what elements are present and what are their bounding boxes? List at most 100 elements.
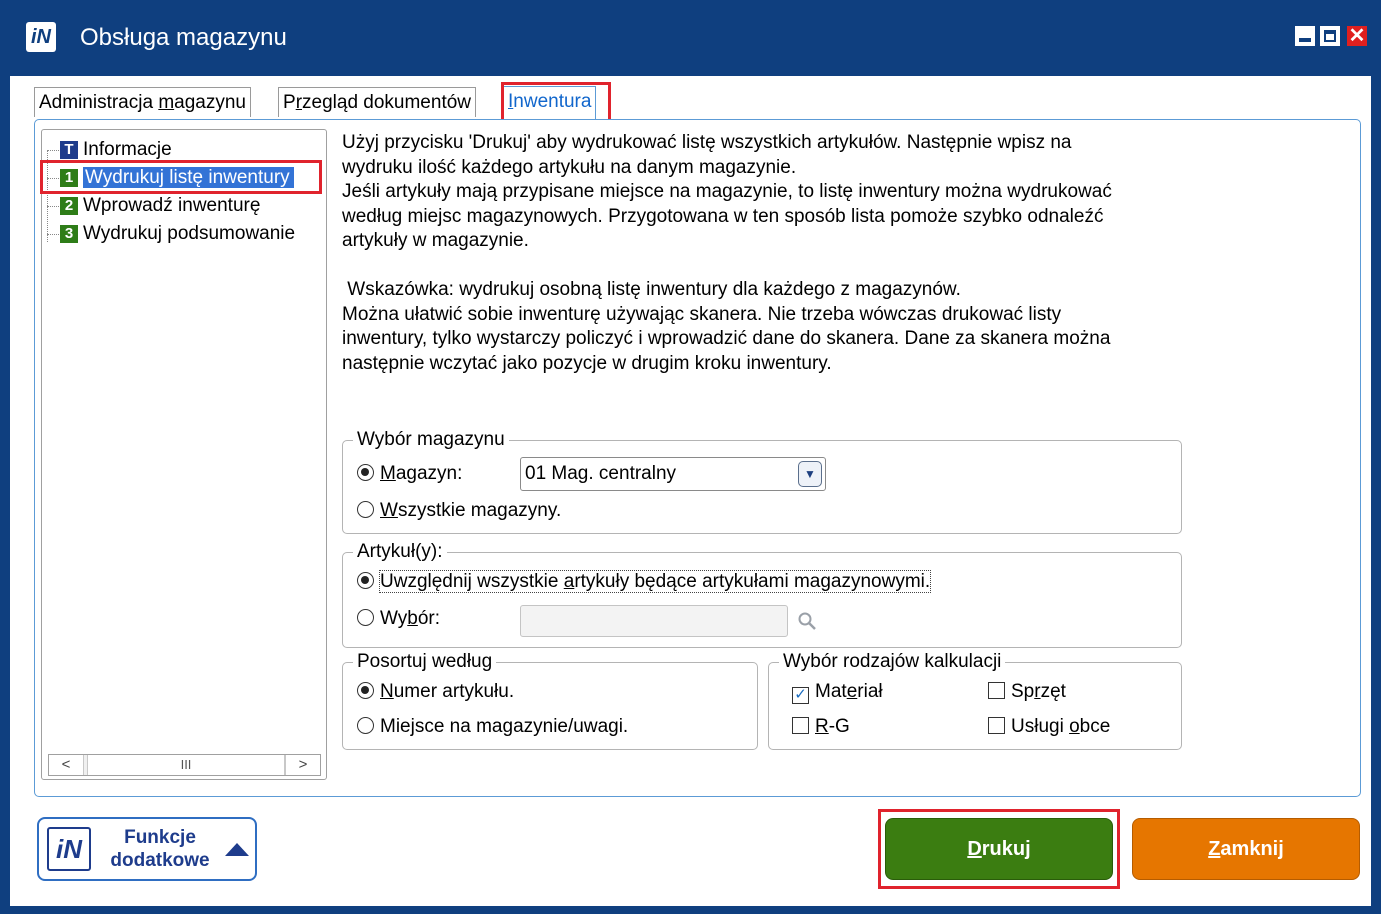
close-button[interactable]: Zamknij <box>1132 818 1360 880</box>
option-label-key: N <box>380 681 394 702</box>
option-label: Sp <box>1011 681 1035 702</box>
group-title: Wybór magazynu <box>353 428 509 452</box>
warehouse-select[interactable]: 01 Mag. centralny ▼ <box>520 457 826 491</box>
option-label: Mat <box>815 681 847 702</box>
radio-sort-place[interactable]: Miejsce na magazynie/uwagi. <box>357 715 628 739</box>
instruction-spacer <box>342 254 1222 279</box>
radio-wszystkie-magazyny[interactable]: Wszystkie magazyny. <box>357 499 561 523</box>
step-3-icon: 3 <box>60 224 78 243</box>
group-title: Artykuł(y): <box>353 540 447 564</box>
step-2-icon: 2 <box>60 196 78 215</box>
tree-connector <box>47 206 59 207</box>
radio-choice[interactable]: Wybór: <box>357 607 440 631</box>
option-label: umer artykułu. <box>393 681 515 702</box>
tab-label-key: m <box>158 92 175 113</box>
app-logo-icon: iN <box>26 22 56 52</box>
option-label-part: rtykuły będące artykułami magazynowymi. <box>574 571 931 592</box>
close-icon[interactable]: ✕ <box>1347 26 1367 46</box>
scroll-left-icon[interactable]: < <box>49 755 84 775</box>
option-label-key: o <box>1069 716 1080 737</box>
checkbox-equipment[interactable]: Sprzęt <box>988 680 1066 704</box>
option-label-key: g <box>502 716 514 737</box>
option-label-key: R <box>815 716 829 737</box>
radio-selected-icon <box>357 572 374 589</box>
instruction-line: Jeśli artykuły mają przypisane miejsce n… <box>342 181 1112 202</box>
additional-functions-label: Funkcje dodatkowe <box>99 826 221 872</box>
additional-functions-button[interactable]: iN Funkcje dodatkowe <box>37 817 257 881</box>
instruction-line: według miejsc magazynowych. Przygotowana… <box>342 205 1104 227</box>
highlight-frame-tree <box>40 160 322 194</box>
radio-icon <box>357 501 374 518</box>
option-label: szystkie magazyny. <box>397 500 562 521</box>
option-label-key: a <box>563 571 575 592</box>
group-title: Wybór rodzajów kalkulacji <box>779 650 1006 674</box>
button-label: amknij <box>1220 838 1284 860</box>
option-label-part: Uwzględnij wszystkie <box>380 571 564 592</box>
checkbox-icon <box>792 717 809 734</box>
radio-selected-icon <box>357 464 374 481</box>
tab-administracja-magazynu[interactable]: Administracja magazynu <box>34 87 251 117</box>
tree-connector <box>47 234 59 235</box>
select-value: 01 Mag. centralny <box>525 463 677 484</box>
app-logo-icon: iN <box>47 827 91 871</box>
radio-selected-icon <box>357 682 374 699</box>
minimize-icon[interactable] <box>1295 26 1315 46</box>
option-label: riał <box>857 681 883 702</box>
tab-label: Administracja <box>39 92 159 113</box>
button-label-line: Funkcje <box>124 827 196 848</box>
instruction-line: Wskazówka: wydrukuj osobną listę inwentu… <box>342 279 961 300</box>
title-bar[interactable]: iN Obsługa magazynu ✕ <box>0 0 1381 76</box>
option-label: Uwzględnij wszystkie artykuły będące art… <box>378 570 932 593</box>
search-icon[interactable] <box>796 610 818 632</box>
info-icon: T <box>60 140 78 159</box>
checkbox-checked-icon: ✓ <box>792 687 809 704</box>
option-label-key: b <box>407 608 418 629</box>
instruction-line: następnie wczytać jako pozycje w drugim … <box>342 352 832 374</box>
tree-item-wprowadz[interactable]: 2 Wprowadź inwenturę <box>60 193 260 219</box>
radio-sort-number[interactable]: Numer artykułu. <box>357 680 514 704</box>
highlight-frame-tab <box>501 82 611 122</box>
step-tree[interactable]: T Informacje 1 Wydrukuj listę inwentury 2W… <box>41 129 327 780</box>
option-label: azynie/uwagi. <box>513 716 629 737</box>
checkbox-icon <box>988 717 1005 734</box>
chevron-down-icon[interactable]: ▼ <box>798 461 822 487</box>
tab-przeglad-dokumentow[interactable]: Przegląd dokumentów <box>278 87 477 117</box>
option-label: Wy <box>380 608 408 629</box>
option-label: ór: <box>417 608 441 629</box>
instruction-line: Można ułatwić sobie inwenturę używając s… <box>342 303 1062 325</box>
window-title: Obsługa magazynu <box>80 24 287 51</box>
option-label: zęt <box>1040 681 1066 702</box>
checkbox-rg[interactable]: R-G <box>792 715 850 739</box>
scroll-right-icon[interactable]: > <box>285 755 320 775</box>
instruction-line: wydruku ilość każdego artykułu na danym … <box>342 156 797 178</box>
tab-label: P <box>283 92 296 113</box>
checkbox-material[interactable]: ✓ Materiał <box>792 680 883 704</box>
tree-item-label: Wydrukuj podsumowanie <box>83 223 296 244</box>
group-title: Posortuj według <box>353 650 497 674</box>
tree-item-podsumowanie[interactable]: 3 Wydrukuj podsumowanie <box>60 221 295 247</box>
radio-icon <box>357 609 374 626</box>
radio-magazyn[interactable]: Magazyn: <box>357 462 462 486</box>
instructions-text: Użyj przycisku 'Drukuj' aby wydrukować l… <box>342 131 1222 376</box>
option-label-key: W <box>380 500 398 521</box>
tree-item-label: Informacje <box>83 139 172 160</box>
triangle-up-icon <box>225 843 249 856</box>
tree-connector <box>47 150 59 151</box>
radio-all-articles[interactable]: Uwzględnij wszystkie artykuły będące art… <box>357 570 932 594</box>
option-label-key: M <box>380 463 396 484</box>
instruction-line: artykuły w magazynie. <box>342 230 529 251</box>
scroll-thumb[interactable]: III <box>87 755 285 775</box>
maximize-icon[interactable] <box>1320 26 1340 46</box>
option-label: agazyn: <box>395 463 463 484</box>
option-label: Miejsce na ma <box>380 716 503 737</box>
checkbox-icon <box>988 682 1005 699</box>
tree-horizontal-scrollbar[interactable]: < III > <box>48 754 321 776</box>
checkbox-external-services[interactable]: Usługi obce <box>988 715 1110 739</box>
button-label-key: Z <box>1208 838 1221 860</box>
option-label-key: e <box>846 681 858 702</box>
tree-item-label: Wprowadź inwenturę <box>83 195 261 216</box>
article-choice-input[interactable] <box>520 605 788 637</box>
radio-icon <box>357 717 374 734</box>
instruction-line: Użyj przycisku 'Drukuj' aby wydrukować l… <box>342 132 1072 153</box>
instruction-line: inwentury, tylko wystarczy policzyć i wp… <box>342 328 1111 349</box>
